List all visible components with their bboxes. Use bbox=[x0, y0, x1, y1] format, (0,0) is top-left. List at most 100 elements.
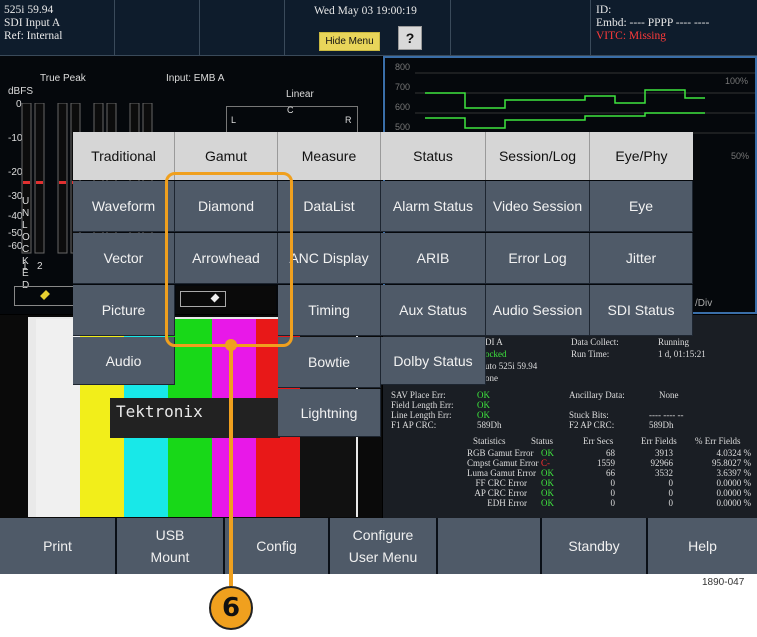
dbfs-label: dBFS bbox=[8, 86, 34, 97]
stats-row-pct: 0.0000 % bbox=[716, 498, 752, 508]
locked-label: ocked bbox=[485, 349, 507, 359]
configure-label: Configure bbox=[352, 527, 414, 543]
stats-row-pct: 0.0000 % bbox=[716, 488, 752, 498]
stats-row-name: EDH Error bbox=[487, 498, 527, 508]
instrument-screen: 525i 59.94 SDI Input A Ref: Internal Wed… bbox=[0, 0, 757, 574]
ancillary-label: Ancillary Data: bbox=[569, 390, 625, 400]
ref-text: Ref: Internal bbox=[4, 30, 63, 42]
callout-leader-line-lower bbox=[229, 574, 233, 586]
blank-softkey[interactable] bbox=[438, 518, 542, 574]
stats-row-name: RGB Gamut Error bbox=[467, 448, 534, 458]
menu-item-audio[interactable]: Audio bbox=[73, 337, 175, 385]
menu-item-dolby-status[interactable]: Dolby Status bbox=[381, 337, 486, 385]
stats-header-err-secs: Err Secs bbox=[583, 436, 614, 446]
menu-item-waveform[interactable]: Waveform bbox=[73, 181, 175, 232]
config-button[interactable]: Config bbox=[225, 518, 330, 574]
standby-button[interactable]: Standby bbox=[542, 518, 648, 574]
lissajous-c-label: C bbox=[287, 105, 294, 115]
menu-item-timing[interactable]: Timing bbox=[278, 285, 381, 336]
phase-diamond-icon bbox=[40, 290, 50, 300]
stats-row-status: OK bbox=[541, 448, 554, 458]
menu-item-eye[interactable]: Eye bbox=[590, 181, 693, 232]
ancillary-value: None bbox=[659, 390, 679, 400]
config-label: Config bbox=[256, 538, 297, 554]
sdi-label: DI A bbox=[485, 337, 503, 347]
help-button[interactable]: Help bbox=[648, 518, 757, 574]
menu-item-video-session[interactable]: Video Session bbox=[486, 181, 590, 232]
stats-row-status: OK bbox=[541, 468, 554, 478]
top-empty-cell-1 bbox=[114, 0, 200, 55]
stats-row-name: Luma Gamut Error bbox=[467, 468, 536, 478]
hide-menu-button[interactable]: Hide Menu bbox=[319, 32, 380, 51]
menu-item-arib[interactable]: ARIB bbox=[381, 233, 486, 284]
menu-header-status[interactable]: Status bbox=[381, 132, 486, 180]
field-length-value: OK bbox=[477, 400, 490, 410]
sav-value: OK bbox=[477, 390, 490, 400]
menu-item-picture[interactable]: Picture bbox=[73, 285, 175, 336]
menu-item-bowtie[interactable]: Bowtie bbox=[278, 337, 381, 388]
lissajous-r-label: R bbox=[345, 115, 352, 125]
data-collect-value: Running bbox=[658, 337, 690, 347]
stats-row-err-secs: 0 bbox=[610, 498, 616, 508]
vitc-text: VITC: Missing bbox=[596, 30, 666, 42]
true-peak-label: True Peak bbox=[40, 73, 86, 84]
f2-ap-crc-label: F2 AP CRC: bbox=[569, 420, 615, 430]
format-text: 525i 59.94 bbox=[4, 4, 54, 16]
stats-row-pct: 4.0324 % bbox=[716, 448, 752, 458]
stats-row-err-fields: 0 bbox=[668, 488, 674, 498]
embd-text: Embd: ---- PPPP ---- ---- bbox=[596, 17, 710, 29]
stats-row-err-fields: 3532 bbox=[655, 468, 673, 478]
menu-item-vector[interactable]: Vector bbox=[73, 233, 175, 284]
run-time-value: 1 d, 01:15:21 bbox=[658, 349, 706, 359]
menu-item-audio-session[interactable]: Audio Session bbox=[486, 285, 590, 336]
lissajous-box: L C R bbox=[226, 105, 358, 134]
run-time-label: Run Time: bbox=[571, 349, 610, 359]
callout-highlight-box bbox=[165, 172, 293, 347]
f1-ap-crc-value: 589Dh bbox=[477, 420, 502, 430]
menu-header-traditional[interactable]: Traditional bbox=[73, 132, 175, 180]
configure-user-menu-button[interactable]: Configure User Menu bbox=[330, 518, 438, 574]
channel-1-label: 1 bbox=[22, 261, 28, 272]
menu-item-error-log[interactable]: Error Log bbox=[486, 233, 590, 284]
stats-row-err-secs: 0 bbox=[610, 488, 616, 498]
stats-row-err-secs: 66 bbox=[606, 468, 615, 478]
menu-item-datalist[interactable]: DataList bbox=[278, 181, 381, 232]
stats-row-status: C- bbox=[541, 458, 550, 468]
menu-item-lightning[interactable]: Lightning bbox=[278, 389, 381, 437]
stats-header-statistics: Statistics bbox=[473, 436, 506, 446]
stats-row-err-fields: 92966 bbox=[650, 458, 674, 468]
auto-format-label: uto 525i 59.94 bbox=[485, 361, 538, 371]
menu-item-anc-display[interactable]: ANC Display bbox=[278, 233, 381, 284]
lissajous-l-label: L bbox=[231, 115, 237, 125]
sav-label: SAV Place Err: bbox=[391, 390, 446, 400]
help-question-button[interactable]: ? bbox=[398, 26, 422, 50]
usb-label: USB bbox=[155, 527, 185, 543]
unlocked-label: UNLOCKED bbox=[22, 196, 30, 291]
stuck-bits-label: Stuck Bits: bbox=[569, 410, 609, 420]
id-label: ID: bbox=[596, 4, 612, 16]
menu-item-sdi-status[interactable]: SDI Status bbox=[590, 285, 693, 336]
phase-meter-left bbox=[14, 286, 76, 306]
figure-id-label: 1890-047 bbox=[702, 577, 745, 588]
stats-row-err-secs: 68 bbox=[606, 448, 615, 458]
menu-header-session-log[interactable]: Session/Log bbox=[486, 132, 590, 180]
menu-item-aux-status[interactable]: Aux Status bbox=[381, 285, 486, 336]
usb-mount-button[interactable]: USB Mount bbox=[117, 518, 225, 574]
field-length-label: Field Length Err: bbox=[391, 400, 454, 410]
menu-item-alarm-status[interactable]: Alarm Status bbox=[381, 181, 486, 232]
mount-label: Mount bbox=[150, 549, 190, 565]
id-cell: ID: Embd: ---- PPPP ---- ---- VITC: Miss… bbox=[590, 0, 757, 55]
f2-ap-crc-value: 589Dh bbox=[649, 420, 674, 430]
stats-header-pct: % Err Fields bbox=[695, 436, 741, 446]
stats-row-err-fields: 0 bbox=[668, 478, 674, 488]
menu-item-jitter[interactable]: Jitter bbox=[590, 233, 693, 284]
tektronix-logo: Tektronix bbox=[110, 398, 280, 438]
stats-header-status: Status bbox=[531, 436, 554, 446]
print-button[interactable]: Print bbox=[0, 518, 117, 574]
stats-row-err-secs: 0 bbox=[610, 478, 616, 488]
stats-header-err-fields: Err Fields bbox=[641, 436, 677, 446]
help-label: Help bbox=[688, 538, 717, 554]
top-empty-cell-3 bbox=[450, 0, 591, 55]
menu-header-eye-phy[interactable]: Eye/Phy bbox=[590, 132, 693, 180]
menu-header-measure[interactable]: Measure bbox=[278, 132, 381, 180]
